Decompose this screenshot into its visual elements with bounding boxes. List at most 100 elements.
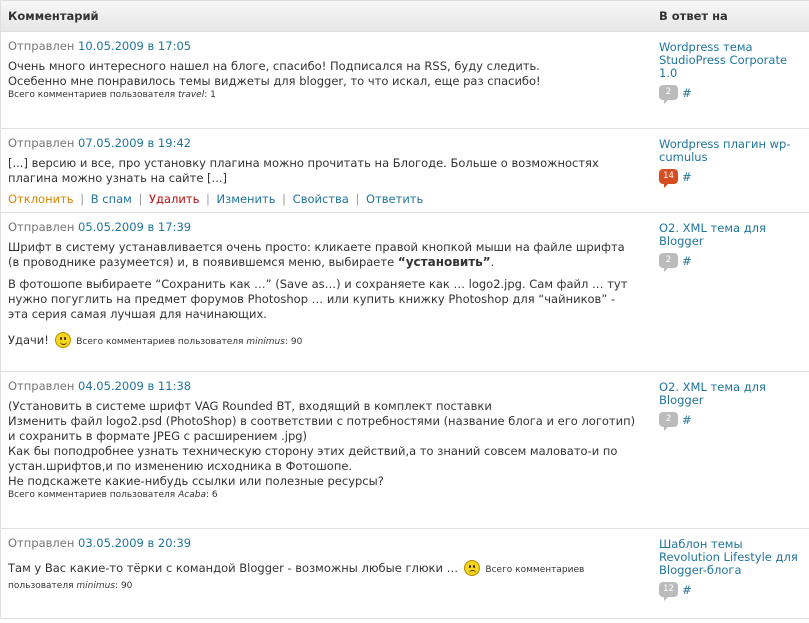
comment-row: Отправлен 04.05.2009 в 11:38 (Установить…	[1, 372, 809, 529]
comment-paragraph: Там у Вас какие-то тёрки с командой Blog…	[8, 560, 638, 593]
response-cell: O2. XML тема для Blogger 2 #	[652, 372, 809, 528]
edit-link[interactable]: Изменить	[217, 192, 276, 206]
comment-body: Шрифт в систему устанавливается очень пр…	[8, 240, 638, 349]
comment-paragraph: Удачи! Всего комментариев пользователя m…	[8, 332, 638, 349]
permalink-hash[interactable]: #	[682, 413, 692, 427]
permalink-hash[interactable]: #	[682, 170, 692, 184]
user-count: 1	[210, 90, 216, 100]
comment-count-bubble[interactable]: 2	[659, 253, 678, 272]
sent-label: Отправлен	[8, 220, 75, 234]
permalink-hash[interactable]: #	[682, 254, 692, 268]
user-count: 90	[120, 581, 133, 591]
post-counter: 14 #	[659, 169, 805, 188]
sent-label: Отправлен	[8, 39, 75, 53]
comment-text-end: .	[490, 255, 495, 269]
separator: |	[355, 192, 360, 206]
comment-author: minimus	[76, 581, 116, 591]
column-header-response[interactable]: В ответ на	[652, 1, 809, 31]
comment-count-bubble[interactable]: 12	[659, 582, 678, 601]
comment-count-bubble[interactable]: 2	[659, 412, 678, 431]
separator: |	[138, 192, 143, 206]
comment-meta: Отправлен 07.05.2009 в 19:42	[8, 136, 638, 150]
comment-text-line: Очень много интересного нашел на блоге, …	[8, 59, 540, 73]
reject-link[interactable]: Отклонить	[8, 192, 74, 206]
separator: |	[282, 192, 287, 206]
total-label: Всего комментариев пользователя	[8, 90, 176, 100]
comment-meta: Отправлен 03.05.2009 в 20:39	[8, 536, 638, 550]
user-comment-count: Всего комментариев пользователя Acaba: 6	[8, 490, 218, 500]
comment-date-link[interactable]: 07.05.2009 в 19:42	[78, 136, 191, 150]
comment-paragraph: В фотошопе выбираете “Сохранить как …” (…	[8, 277, 628, 321]
comment-text: Там у Вас какие-то тёрки с командой Blog…	[8, 561, 459, 575]
comment-text: Удачи!	[8, 333, 49, 347]
user-count: 6	[211, 490, 218, 500]
column-header-comment[interactable]: Комментарий	[1, 1, 652, 31]
table-header: Комментарий В ответ на	[1, 0, 809, 32]
comment-text-line: Осебенно мне понравилось темы виджеты дл…	[8, 74, 541, 88]
user-comment-count: Всего комментариев пользователя travel: …	[8, 90, 216, 100]
comment-body: (Установить в системе шрифт VAG Rounded …	[8, 399, 638, 502]
comment-meta: Отправлен 04.05.2009 в 11:38	[8, 379, 638, 393]
comment-body: [...] версию и все, про установку плагин…	[8, 156, 638, 186]
permalink-hash[interactable]: #	[682, 86, 692, 100]
post-title-link[interactable]: Wordpress тема StudioPress Corporate 1.0	[659, 41, 805, 80]
comment-body: Там у Вас какие-то тёрки с командой Blog…	[8, 560, 638, 593]
separator: |	[206, 192, 210, 206]
post-counter: 2 #	[659, 253, 805, 272]
total-label: Всего комментариев пользователя	[76, 337, 244, 347]
post-title-link[interactable]: Wordpress плагин wp-cumulus	[659, 138, 805, 164]
reply-link[interactable]: Ответить	[366, 192, 423, 206]
sent-label: Отправлен	[8, 136, 75, 150]
comment-cell: Отправлен 04.05.2009 в 11:38 (Установить…	[1, 372, 652, 528]
comment-author: Acaba	[178, 490, 206, 500]
post-counter: 12 #	[659, 582, 805, 601]
post-counter: 2 #	[659, 85, 805, 104]
comment-text: Шрифт в систему устанавливается очень пр…	[8, 240, 625, 269]
comment-paragraph: Шрифт в систему устанавливается очень пр…	[8, 240, 638, 270]
post-title-link[interactable]: O2. XML тема для Blogger	[659, 381, 805, 407]
comment-text-line: Не подскажете какие-нибудь ссылки или по…	[8, 474, 384, 488]
comment-body: Очень много интересного нашел на блоге, …	[8, 59, 638, 102]
response-cell: Wordpress тема StudioPress Corporate 1.0…	[652, 32, 809, 128]
sent-label: Отправлен	[8, 379, 75, 393]
post-counter: 2 #	[659, 412, 805, 431]
comment-strong-text: “установить”	[397, 255, 491, 269]
comments-table: Комментарий В ответ на Отправлен 10.05.2…	[0, 0, 809, 619]
total-label: Всего комментариев пользователя	[8, 490, 176, 500]
comment-count-bubble[interactable]: 2	[659, 85, 678, 104]
comment-row: Отправлен 05.05.2009 в 17:39 Шрифт в сис…	[1, 213, 809, 372]
comment-author: minimus	[246, 337, 285, 347]
comment-count-bubble[interactable]: 14	[659, 169, 678, 188]
response-cell: O2. XML тема для Blogger 2 #	[652, 213, 809, 371]
post-title-link[interactable]: Шаблон темы Revolution Lifestyle для Blo…	[659, 538, 805, 577]
separator: |	[80, 192, 85, 206]
comment-text-line: (Установить в системе шрифт VAG Rounded …	[8, 399, 492, 413]
comment-text-line: Изменить файл logo2.psd (PhotoShop) в со…	[8, 414, 636, 443]
delete-link[interactable]: Удалить	[149, 192, 199, 206]
comment-row: Отправлен 10.05.2009 в 17:05 Очень много…	[1, 32, 809, 129]
user-count: 90	[290, 337, 303, 347]
comment-cell: Отправлен 05.05.2009 в 17:39 Шрифт в сис…	[1, 213, 652, 371]
comment-text-line: [...] версию и все, про установку плагин…	[8, 156, 599, 185]
properties-link[interactable]: Свойства	[293, 192, 349, 206]
comment-row: Отправлен 07.05.2009 в 19:42 [...] верси…	[1, 129, 809, 213]
comment-meta: Отправлен 05.05.2009 в 17:39	[8, 220, 638, 234]
row-actions: Отклонить | В спам | Удалить | Изменить …	[8, 192, 638, 206]
comment-row: Отправлен 03.05.2009 в 20:39 Там у Вас к…	[1, 529, 809, 619]
smiley-sad-icon	[463, 560, 480, 576]
user-comment-count: Всего комментариев пользователя minimus:…	[76, 337, 303, 347]
post-title-link[interactable]: O2. XML тема для Blogger	[659, 222, 805, 248]
comment-date-link[interactable]: 10.05.2009 в 17:05	[78, 39, 191, 53]
comment-date-link[interactable]: 05.05.2009 в 17:39	[78, 220, 191, 234]
comment-cell: Отправлен 10.05.2009 в 17:05 Очень много…	[1, 32, 652, 128]
smiley-happy-icon	[54, 332, 71, 348]
response-cell: Шаблон темы Revolution Lifestyle для Blo…	[652, 529, 809, 618]
comment-author: travel	[178, 90, 205, 100]
permalink-hash[interactable]: #	[682, 583, 692, 597]
comment-text-line: Как бы поподробнее узнать техническую ст…	[8, 444, 618, 473]
comment-meta: Отправлен 10.05.2009 в 17:05	[8, 39, 638, 53]
comment-date-link[interactable]: 03.05.2009 в 20:39	[78, 536, 191, 550]
response-cell: Wordpress плагин wp-cumulus 14 #	[652, 129, 809, 212]
comment-date-link[interactable]: 04.05.2009 в 11:38	[78, 379, 191, 393]
spam-link[interactable]: В спам	[91, 192, 132, 206]
